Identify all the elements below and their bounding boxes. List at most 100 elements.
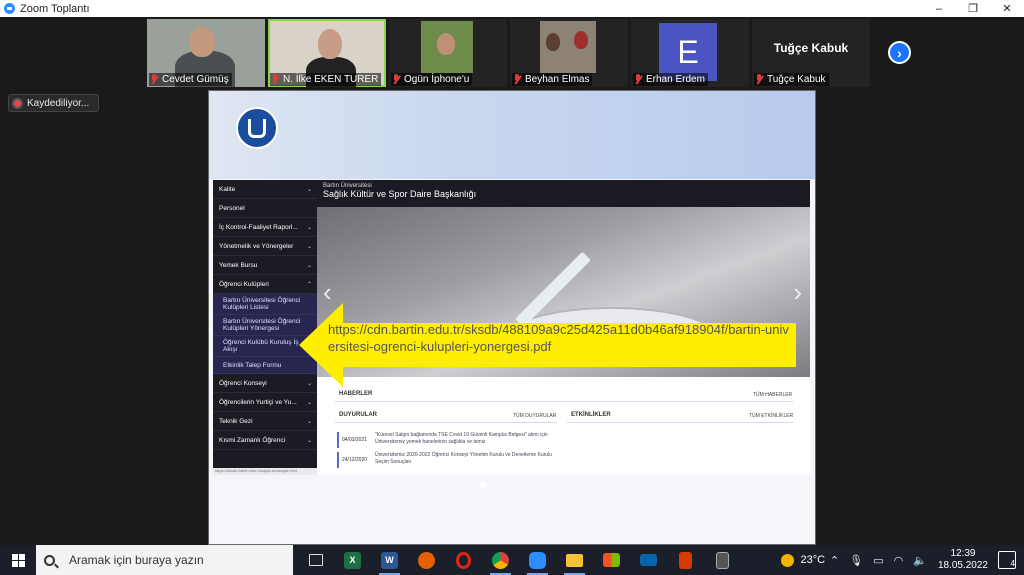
record-icon bbox=[14, 99, 21, 107]
site-header: Bartın Üniversitesi Sağlık Kültür ve Spo… bbox=[317, 180, 810, 207]
taskbar-search[interactable]: Aramak için buraya yazın bbox=[36, 545, 293, 575]
nav-item-kismi-zamanli[interactable]: Kısmi Zamanlı Öğrenci ⌄ bbox=[213, 431, 317, 450]
microphone-icon[interactable]: 🎙 bbox=[849, 554, 863, 567]
muted-mic-icon bbox=[271, 74, 280, 85]
participant-tile[interactable]: Ogün İphone'u bbox=[389, 19, 507, 87]
participant-name: Tuğçe Kabuk bbox=[767, 74, 826, 85]
weather-sun-icon[interactable] bbox=[781, 553, 795, 567]
system-tray: 23°C ⌃ 🎙 ▭ ◠ 🔈 12:39 18.05.2022 4 bbox=[781, 545, 1024, 575]
nav-item-yurtici[interactable]: Öğrencilerin Yurtiçi ve Yu... ⌄ bbox=[213, 393, 317, 412]
search-icon bbox=[44, 554, 55, 566]
wifi-icon[interactable]: ◠ bbox=[894, 554, 904, 567]
nav-item-ic-kontrol[interactable]: İç Kontrol-Faaliyet Raporl... ⌄ bbox=[213, 218, 317, 237]
chevron-down-icon: ⌄ bbox=[306, 186, 312, 193]
chevron-up-icon[interactable]: ⌃ bbox=[830, 554, 839, 567]
participant-name: Ogün İphone'u bbox=[404, 74, 470, 85]
temperature[interactable]: 23°C bbox=[800, 554, 825, 566]
participant-tile[interactable]: Tuğçe Kabuk Tuğçe Kabuk bbox=[752, 19, 870, 87]
next-page-button[interactable]: › bbox=[888, 41, 911, 64]
taskbar-apps: X W bbox=[297, 545, 741, 575]
participant-tile[interactable]: E Erhan Erdem bbox=[631, 19, 749, 87]
window-title: Zoom Toplantı bbox=[20, 2, 90, 15]
etkinlikler-heading: ETKİNLİKLER bbox=[571, 412, 611, 418]
office-icon[interactable] bbox=[667, 545, 704, 575]
clock-time: 12:39 bbox=[950, 548, 976, 559]
url-callout: https://cdn.bartin.edu.tr/sksdb/488109a9… bbox=[299, 301, 796, 389]
nav-item-yemek-bursu[interactable]: Yemek Bursu ⌄ bbox=[213, 256, 317, 275]
nav-item-teknik-gezi[interactable]: Teknik Gezi ⌄ bbox=[213, 412, 317, 431]
window-titlebar: Zoom Toplantı – ❐ ✕ bbox=[0, 0, 1024, 17]
university-logo bbox=[236, 107, 278, 149]
excel-icon[interactable]: X bbox=[334, 545, 371, 575]
chevron-down-icon: ⌄ bbox=[306, 437, 312, 444]
restore-button[interactable]: ❐ bbox=[956, 0, 990, 17]
haberler-heading: HABERLER bbox=[339, 391, 373, 397]
word-icon[interactable]: W bbox=[371, 545, 408, 575]
notification-center-icon[interactable]: 4 bbox=[998, 551, 1016, 569]
news-panel: HABERLER TÜM HABERLER DUYURULAR TÜM DUYU… bbox=[317, 377, 810, 475]
tum-duyurular-link[interactable]: TÜM DUYURULAR bbox=[513, 413, 556, 419]
callout-url-text: https://cdn.bartin.edu.tr/sksdb/488109a9… bbox=[328, 322, 789, 354]
clock-date: 18.05.2022 bbox=[937, 560, 988, 571]
participant-tile-active-speaker[interactable]: N. İlke EKEN TURER bbox=[268, 19, 386, 87]
mail-icon[interactable] bbox=[630, 545, 667, 575]
volume-icon[interactable]: 🔈 bbox=[913, 554, 927, 567]
tum-haberler-link[interactable]: TÜM HABERLER bbox=[753, 392, 792, 398]
store-icon[interactable] bbox=[593, 545, 630, 575]
meeting-area: Cevdet Gümüş N. İlke EKEN TURER Ogün İph… bbox=[0, 17, 1024, 545]
windows-taskbar: Aramak için buraya yazın X W 23°C ⌃ 🎙 ▭ … bbox=[0, 545, 1024, 575]
muted-mic-icon bbox=[513, 74, 522, 85]
clock[interactable]: 12:39 18.05.2022 bbox=[938, 548, 988, 572]
announcement-date: 24/12/2020 bbox=[342, 457, 368, 463]
chevron-down-icon: ⌄ bbox=[306, 224, 312, 231]
announcement-date: 04/03/2021 bbox=[342, 437, 368, 443]
nav-item-personel[interactable]: Personel bbox=[213, 199, 317, 218]
zoom-logo-icon bbox=[4, 3, 15, 14]
muted-mic-icon bbox=[150, 74, 159, 85]
mouse-cursor-icon bbox=[477, 478, 489, 490]
participant-name: Beyhan Elmas bbox=[525, 74, 590, 85]
zoom-icon[interactable] bbox=[519, 545, 556, 575]
file-explorer-icon[interactable] bbox=[556, 545, 593, 575]
announcement-text[interactable]: Üniversitemiz 2020-2022 Öğrenci Konseyi … bbox=[375, 452, 557, 466]
window-controls: – ❐ ✕ bbox=[922, 0, 1024, 17]
task-view-icon[interactable] bbox=[297, 545, 334, 575]
windows-logo-icon bbox=[11, 553, 25, 567]
muted-mic-icon bbox=[755, 74, 764, 85]
muted-mic-icon bbox=[634, 74, 643, 85]
notification-count: 4 bbox=[1010, 559, 1015, 568]
opera-icon[interactable] bbox=[445, 545, 482, 575]
participant-name: Cevdet Gümüş bbox=[162, 74, 229, 85]
nav-item-kalite[interactable]: Kalite ⌄ bbox=[213, 180, 317, 199]
shared-screen: Kalite ⌄ Personel İç Kontrol-Faaliyet Rap… bbox=[208, 90, 816, 545]
nav-item-ogrenci-kulupleri[interactable]: Öğrenci Kulüpleri ⌃ bbox=[213, 275, 317, 294]
site-header-title: Sağlık Kültür ve Spor Daire Başkanlığı bbox=[323, 189, 477, 199]
participant-tile[interactable]: Cevdet Gümüş bbox=[147, 19, 265, 87]
status-url: https://sksdb.bartin.edu.tr/sayfa-anasay… bbox=[213, 468, 317, 475]
firefox-icon[interactable] bbox=[408, 545, 445, 575]
recording-label: Kaydediliyor... bbox=[27, 97, 90, 109]
nav-item-yonetmelik[interactable]: Yönetmelik ve Yönergeler ⌄ bbox=[213, 237, 317, 256]
participant-tile[interactable]: Beyhan Elmas bbox=[510, 19, 628, 87]
participant-gallery: Cevdet Gümüş N. İlke EKEN TURER Ogün İph… bbox=[147, 19, 870, 87]
minimize-button[interactable]: – bbox=[922, 0, 956, 17]
participant-name: Erhan Erdem bbox=[646, 74, 705, 85]
muted-mic-icon bbox=[392, 74, 401, 85]
battery-icon[interactable]: ▭ bbox=[873, 554, 883, 567]
chevron-down-icon: ⌄ bbox=[306, 418, 312, 425]
site-banner bbox=[209, 91, 815, 179]
tum-etkinlikler-link[interactable]: TÜM ETKİNLİKLER bbox=[749, 413, 793, 419]
close-button[interactable]: ✕ bbox=[990, 0, 1024, 17]
search-placeholder: Aramak için buraya yazın bbox=[69, 553, 204, 567]
participant-display-name: Tuğçe Kabuk bbox=[773, 41, 849, 55]
participant-name: N. İlke EKEN TURER bbox=[283, 74, 379, 85]
duyurular-heading: DUYURULAR bbox=[339, 412, 377, 418]
announcement-text[interactable]: "Küresel Salgın bağlamında TSE Covid 19 … bbox=[375, 432, 557, 446]
start-button[interactable] bbox=[0, 545, 36, 575]
calculator-icon[interactable] bbox=[704, 545, 741, 575]
recording-indicator[interactable]: Kaydediliyor... bbox=[8, 94, 99, 112]
chrome-icon[interactable] bbox=[482, 545, 519, 575]
chevron-right-icon: › bbox=[897, 44, 902, 61]
chevron-down-icon: ⌄ bbox=[306, 262, 312, 269]
chevron-down-icon: ⌄ bbox=[306, 399, 312, 406]
